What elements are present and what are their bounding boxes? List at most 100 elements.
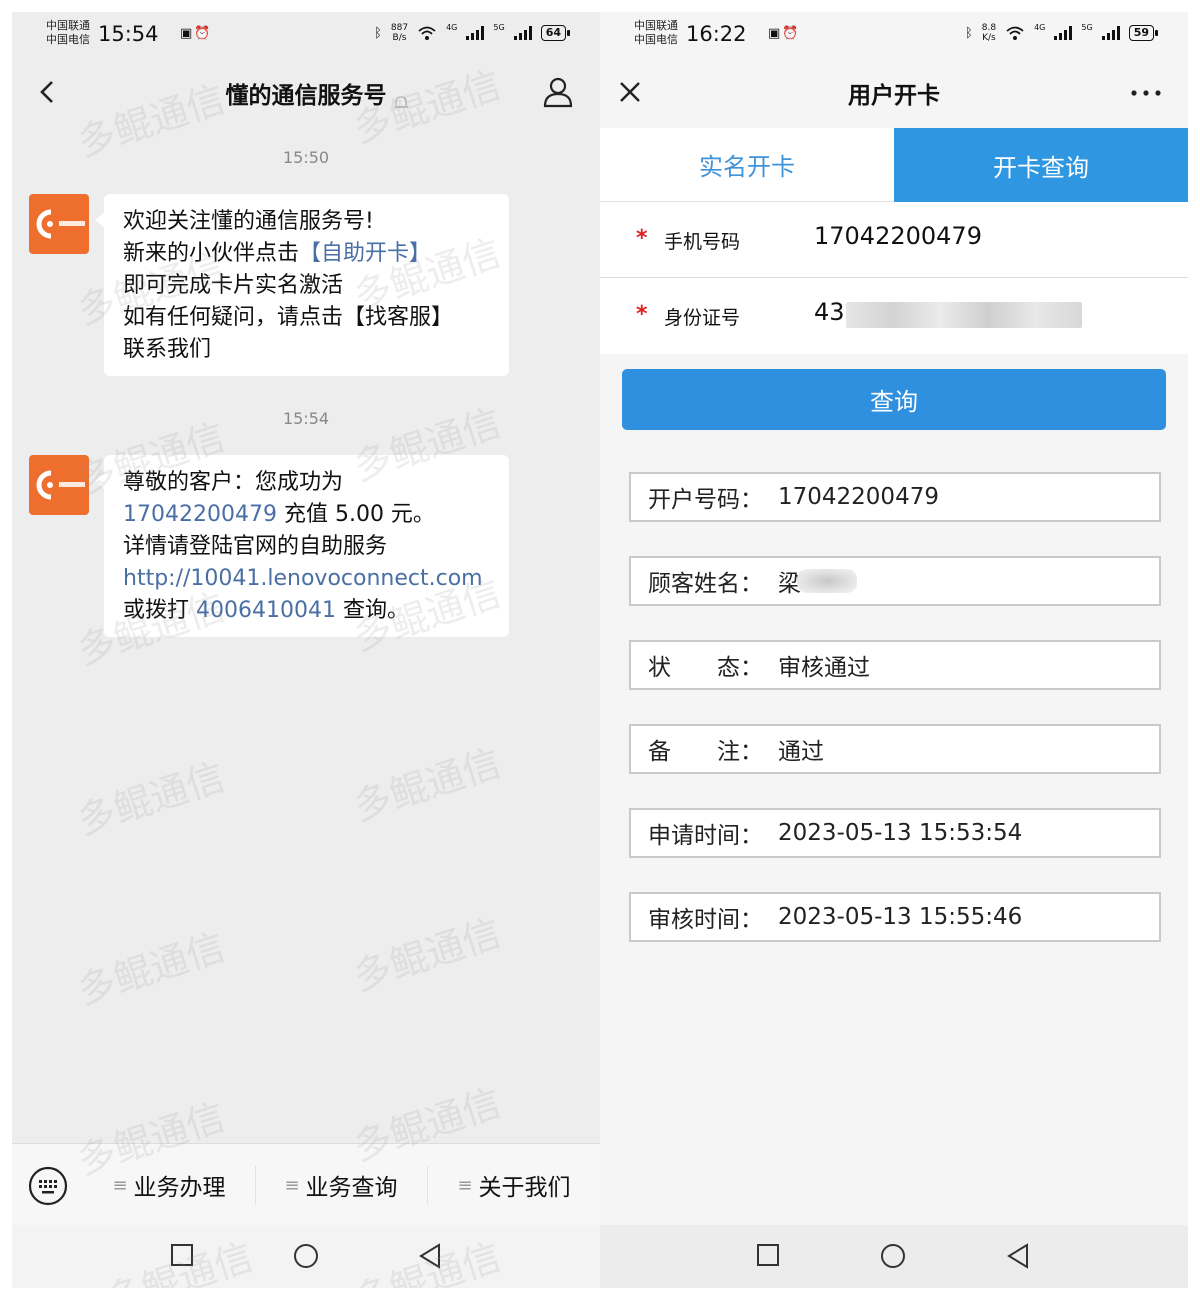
menu-icon: ≡: [457, 1174, 473, 1196]
nfc-icon: ▣: [768, 26, 783, 41]
home-icon[interactable]: [293, 1243, 319, 1269]
account-menu-bar: ≡ 业务办理 ≡ 业务查询 ≡ 关于我们: [12, 1143, 600, 1225]
message-text: 新来的小伙伴点击: [123, 241, 300, 266]
recent-apps-icon[interactable]: [170, 1243, 194, 1267]
nfc-alarm-icons: ▣⏰: [180, 26, 212, 41]
alarm-icon: ⏰: [782, 26, 801, 41]
chat-title: 懂的通信服务号: [225, 83, 387, 109]
result-review-time: 审核时间： 2023-05-13 15:55:46: [629, 892, 1161, 942]
hotline-link[interactable]: 4006410041: [196, 598, 336, 623]
result-value: 2023-05-13 15:55:46: [778, 904, 1023, 930]
status-right-icons: ᛒ 887 B/s 4G 5G 64: [374, 23, 571, 43]
id-number-label: 身份证号: [664, 307, 741, 329]
phone-number-field[interactable]: * 手机号码 17042200479: [600, 202, 1188, 278]
more-options-icon[interactable]: [1130, 88, 1162, 98]
watermark-text: 多鲲通信: [348, 740, 507, 830]
id-number-input[interactable]: 43: [814, 298, 845, 326]
watermark-text: 多鲲通信: [72, 924, 231, 1014]
phone-number-link[interactable]: 17042200479: [123, 502, 277, 527]
result-key: 申请时间：: [648, 823, 763, 849]
network-type-2: 5G: [493, 23, 505, 32]
result-value: 审核通过: [778, 655, 870, 681]
menu-label: 业务办理: [133, 1175, 226, 1201]
watermark-text: 多鲲通信: [72, 754, 231, 844]
account-logo-icon: [36, 209, 85, 239]
network-type-1: 4G: [1034, 23, 1046, 32]
net-speed-unit: K/s: [982, 33, 996, 43]
message-bubble-recharge: 尊敬的客户：您成功为 17042200479 充值 5.00 元。 详情请登陆官…: [95, 455, 509, 637]
menu-about-us[interactable]: ≡ 关于我们: [428, 1144, 600, 1226]
carrier-names: 中国联通 中国电信: [46, 19, 90, 47]
menu-business-handling[interactable]: ≡ 业务办理: [84, 1144, 254, 1226]
nav-back-icon[interactable]: [1006, 1243, 1030, 1269]
nfc-icon: ▣: [180, 26, 195, 41]
query-button[interactable]: 查询: [622, 369, 1166, 430]
alarm-icon: ⏰: [194, 26, 213, 41]
menu-business-query[interactable]: ≡ 业务查询: [256, 1144, 426, 1226]
home-icon[interactable]: [880, 1243, 906, 1269]
net-speed: 8.8 K/s: [982, 23, 996, 43]
id-number-field[interactable]: * 身份证号 43: [600, 278, 1188, 354]
result-key: 顾客姓名：: [648, 571, 763, 597]
timestamp-1: 15:50: [282, 148, 330, 167]
status-bar: 中国联通 中国电信 15:54 ▣⏰ ᛒ 887 B/s 4G 5G 64: [12, 12, 600, 58]
result-customer-name: 顾客姓名：梁: [629, 556, 1161, 606]
message-text: 详情请登陆官网的自助服务: [123, 534, 388, 559]
website-link[interactable]: http://10041.lenovoconnect.com: [123, 563, 495, 595]
status-time: 15:54: [98, 22, 159, 46]
nav-back-icon[interactable]: [418, 1243, 442, 1269]
status-time: 16:22: [686, 22, 747, 46]
message-text: 联系我们: [123, 337, 212, 362]
menu-label: 业务查询: [305, 1175, 398, 1201]
right-phone-screen: 中国联通 中国电信 16:22 ▣⏰ ᛒ 8.8 K/s 4G 5G 59 用户…: [600, 12, 1188, 1288]
net-speed: 887 B/s: [391, 23, 408, 43]
redacted-id-number: [846, 302, 1082, 328]
result-value: 17042200479: [778, 484, 939, 510]
account-avatar[interactable]: [29, 455, 89, 515]
page-title: 用户开卡: [848, 83, 940, 109]
account-avatar[interactable]: [29, 194, 89, 254]
result-value: 2023-05-13 15:53:54: [778, 820, 1023, 846]
user-profile-icon[interactable]: [540, 74, 576, 110]
battery-level: 59: [1128, 25, 1159, 41]
result-account-number: 开户号码： 17042200479: [629, 472, 1161, 522]
carrier-1: 中国联通: [634, 19, 678, 32]
carrier-2: 中国电信: [46, 33, 90, 46]
message-bubble-welcome: 欢迎关注懂的通信服务号! 新来的小伙伴点击【自助开卡】 即可完成卡片实名激活 如…: [95, 194, 509, 376]
tab-realname-activation[interactable]: 实名开卡: [600, 128, 894, 202]
network-type-1: 4G: [446, 23, 458, 32]
tab-bar: 实名开卡 开卡查询: [600, 128, 1188, 202]
result-apply-time: 申请时间： 2023-05-13 15:53:54: [629, 808, 1161, 858]
result-key: 审核时间：: [648, 907, 763, 933]
menu-icon: ≡: [112, 1174, 128, 1196]
battery-level: 64: [540, 25, 571, 41]
signal-bars-1: [1054, 26, 1073, 40]
net-speed-value: 8.8: [981, 23, 997, 33]
network-type-2: 5G: [1081, 23, 1093, 32]
tab-activation-query[interactable]: 开卡查询: [894, 128, 1188, 202]
watermark-text: 多鲲通信: [348, 910, 507, 1000]
nfc-alarm-icons: ▣⏰: [768, 26, 800, 41]
carrier-2: 中国电信: [634, 33, 678, 46]
signal-bars-2: [1101, 26, 1120, 40]
result-status: 状 态： 审核通过: [629, 640, 1161, 690]
muted-bell-icon: [394, 96, 408, 108]
system-nav-bar: [12, 1225, 600, 1288]
carrier-names: 中国联通 中国电信: [634, 19, 678, 47]
message-text: 如有任何疑问，请点击【找客服】: [123, 305, 454, 330]
signal-bars-2: [513, 26, 532, 40]
result-value: 通过: [778, 739, 824, 765]
keyboard-icon[interactable]: [28, 1166, 68, 1206]
net-speed-value: 887: [390, 23, 409, 33]
phone-number-input[interactable]: 17042200479: [814, 222, 982, 250]
result-key: 开户号码：: [648, 487, 763, 513]
chat-header: 懂的通信服务号: [12, 58, 600, 128]
self-service-card-link[interactable]: 【自助开卡】: [299, 241, 431, 266]
status-bar: 中国联通 中国电信 16:22 ▣⏰ ᛒ 8.8 K/s 4G 5G 59: [600, 12, 1188, 58]
page-header: 用户开卡: [600, 58, 1188, 128]
result-key: 状 态：: [648, 655, 763, 681]
recent-apps-icon[interactable]: [756, 1243, 780, 1267]
status-right-icons: ᛒ 8.8 K/s 4G 5G 59: [965, 23, 1159, 43]
phone-number-label: 手机号码: [664, 231, 741, 253]
message-text: 查询。: [335, 598, 409, 623]
